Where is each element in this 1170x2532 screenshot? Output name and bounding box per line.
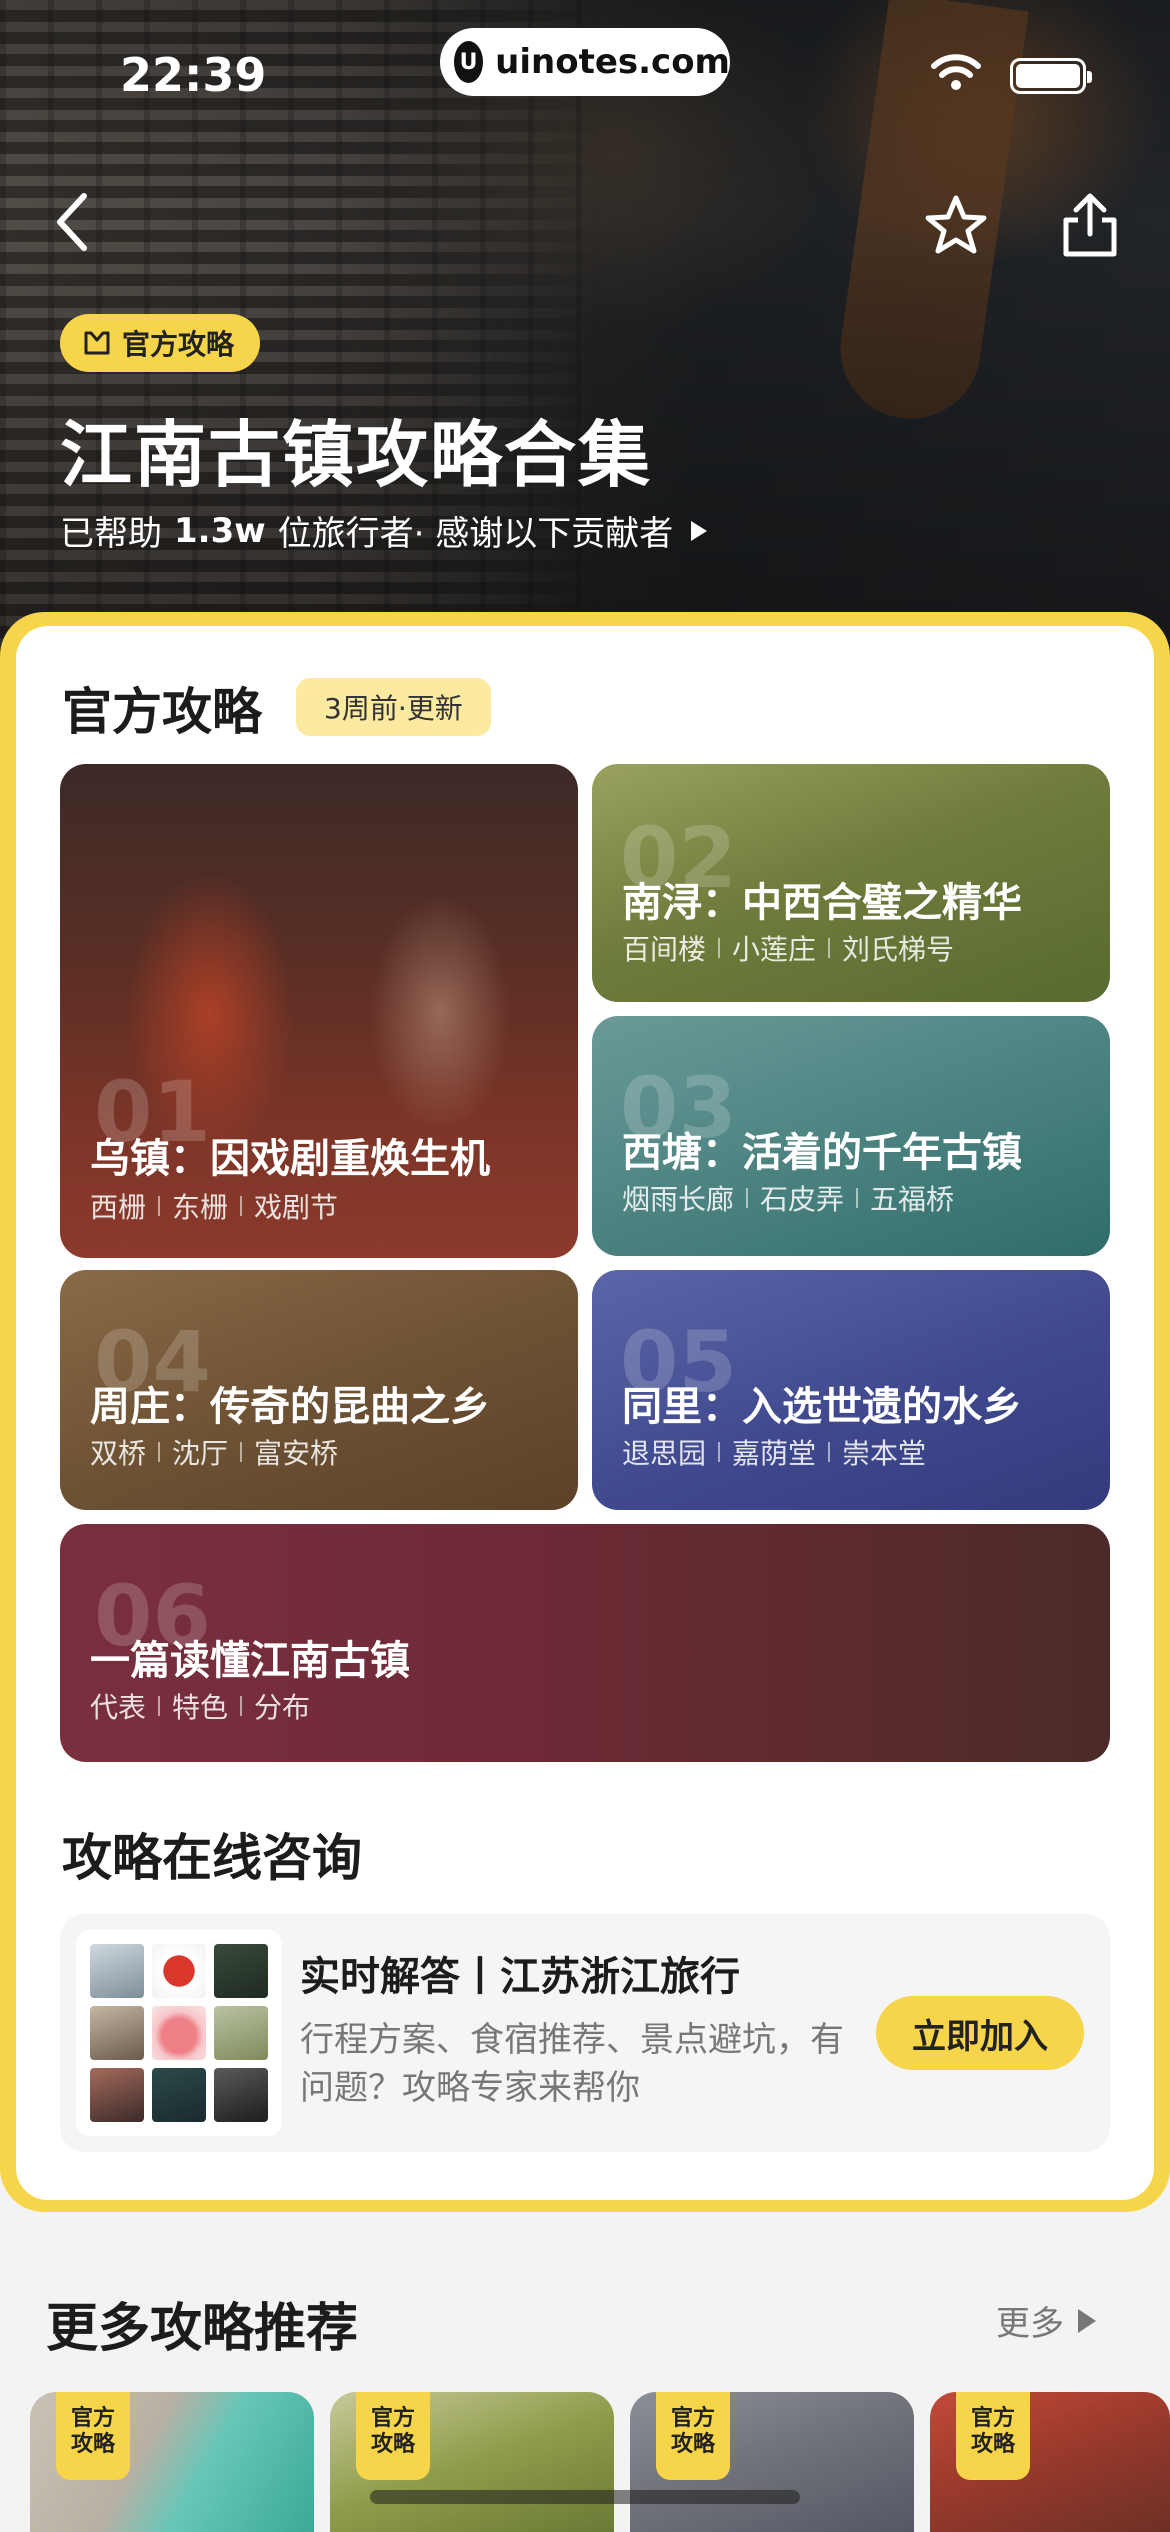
official-guide-badge: 官方攻略 xyxy=(60,314,261,372)
guide-tag: 东栅 xyxy=(172,1191,229,1224)
guide-book-icon xyxy=(84,331,110,355)
guide-title: 南浔：中西合璧之精华 xyxy=(622,880,1022,926)
star-icon xyxy=(925,195,987,254)
helped-suffix: 位旅行者· 感谢以下贡献者 xyxy=(277,514,674,554)
guide-tags: 退思园 嘉荫堂 崇本堂 xyxy=(622,1432,926,1472)
helped-prefix: 已帮助 xyxy=(60,514,162,554)
consult-description: 行程方案、食宿推荐、景点避坑，有问题？攻略专家来帮你 xyxy=(300,2020,844,2108)
share-icon xyxy=(1063,193,1117,257)
expert-avatar-grid xyxy=(76,1930,282,2136)
badge-line: 攻略 xyxy=(70,2432,115,2457)
official-corner-badge: 官方 攻略 xyxy=(656,2392,730,2480)
guide-card-overview[interactable]: 06 一篇读懂江南古镇 代表 特色 分布 xyxy=(60,1524,1110,1762)
recommend-card[interactable]: 官方 攻略 xyxy=(30,2392,314,2532)
guide-card-nanxun[interactable]: 02 南浔：中西合璧之精华 百间楼 小莲庄 刘氏梯号 xyxy=(592,764,1110,1002)
join-button[interactable]: 立即加入 xyxy=(876,1996,1084,2070)
consult-section-title: 攻略在线咨询 xyxy=(62,1829,362,1887)
guide-tag: 双桥 xyxy=(90,1437,147,1470)
url-pill[interactable]: U uinotes.com xyxy=(440,28,730,96)
favorite-button[interactable] xyxy=(916,186,996,266)
guide-tag: 代表 xyxy=(90,1691,147,1724)
update-badge: 3周前·更新 xyxy=(296,678,491,736)
badge-line: 攻略 xyxy=(970,2432,1015,2457)
page-title: 江南古镇攻略合集 xyxy=(60,413,653,497)
guide-tags: 百间楼 小莲庄 刘氏梯号 xyxy=(622,928,954,968)
avatar xyxy=(90,2006,144,2060)
badge-line: 攻略 xyxy=(370,2432,415,2457)
badge-line: 攻略 xyxy=(670,2432,715,2457)
recommend-card[interactable]: 官方 攻略 xyxy=(930,2392,1170,2532)
guide-card-zhouzhuang[interactable]: 04 周庄：传奇的昆曲之乡 双桥 沈厅 富安桥 xyxy=(60,1270,578,1510)
guide-tag: 分布 xyxy=(254,1691,311,1724)
avatar xyxy=(152,1944,206,1998)
badge-line: 官方 xyxy=(370,2406,415,2431)
badge-line: 官方 xyxy=(970,2406,1015,2431)
avatar xyxy=(214,1944,268,1998)
arrow-right-icon xyxy=(1078,2308,1096,2333)
guide-tag: 石皮弄 xyxy=(760,1183,845,1216)
official-corner-badge: 官方 攻略 xyxy=(56,2392,130,2480)
guide-title: 乌镇：因戏剧重焕生机 xyxy=(90,1136,490,1182)
official-section-title: 官方攻略 xyxy=(62,683,262,741)
battery-icon xyxy=(1010,58,1092,94)
avatar xyxy=(152,2068,206,2122)
guide-tags: 代表 特色 分布 xyxy=(90,1686,310,1726)
guide-tag: 百间楼 xyxy=(622,933,707,966)
guide-card-wuzhen[interactable]: 01 乌镇：因戏剧重焕生机 西栅 东栅 戏剧节 xyxy=(60,764,578,1258)
official-corner-badge: 官方 攻略 xyxy=(956,2392,1030,2480)
guide-tag: 崇本堂 xyxy=(842,1437,927,1470)
guide-card-xitang[interactable]: 03 西塘：活着的千年古镇 烟雨长廊 石皮弄 五福桥 xyxy=(592,1016,1110,1256)
guide-title: 周庄：传奇的昆曲之乡 xyxy=(90,1384,490,1430)
guide-tag: 嘉荫堂 xyxy=(732,1437,817,1470)
guide-tags: 双桥 沈厅 富安桥 xyxy=(90,1432,338,1472)
guide-tag: 富安桥 xyxy=(254,1437,339,1470)
guide-title: 一篇读懂江南古镇 xyxy=(90,1638,410,1684)
wifi-icon xyxy=(931,54,981,90)
more-guides-title: 更多攻略推荐 xyxy=(46,2299,359,2359)
avatar xyxy=(214,2068,268,2122)
more-link[interactable]: 更多 xyxy=(996,2296,1096,2345)
guide-tag: 小莲庄 xyxy=(732,933,817,966)
consult-title: 实时解答丨江苏浙江旅行 xyxy=(300,1954,740,2000)
guide-tag: 戏剧节 xyxy=(254,1191,339,1224)
avatar xyxy=(90,2068,144,2122)
site-logo: U xyxy=(454,41,484,83)
home-indicator[interactable] xyxy=(370,2490,800,2504)
recommend-card[interactable]: 官方 攻略 xyxy=(330,2392,614,2532)
guide-title: 西塘：活着的千年古镇 xyxy=(622,1130,1022,1176)
badge-line: 官方 xyxy=(670,2406,715,2431)
back-icon xyxy=(57,193,87,251)
avatar xyxy=(214,2006,268,2060)
traveler-count: 1.3w xyxy=(174,510,266,551)
badge-label: 官方攻略 xyxy=(122,328,235,361)
guide-tags: 西栅 东栅 戏剧节 xyxy=(90,1186,338,1226)
badge-line: 官方 xyxy=(70,2406,115,2431)
guide-tag: 退思园 xyxy=(622,1437,707,1470)
guide-tag: 特色 xyxy=(172,1691,229,1724)
recommend-card[interactable]: 官方 攻略 xyxy=(630,2392,914,2532)
more-label: 更多 xyxy=(996,2304,1064,2344)
url-text: uinotes.com xyxy=(495,42,730,82)
guide-tag: 烟雨长廊 xyxy=(622,1183,735,1216)
contributors-link[interactable]: 已帮助 1.3w 位旅行者· 感谢以下贡献者 xyxy=(60,506,708,555)
guide-tag: 西栅 xyxy=(90,1191,147,1224)
back-button[interactable] xyxy=(40,180,104,264)
play-icon xyxy=(691,520,708,541)
guide-card-tongli[interactable]: 05 同里：入选世遗的水乡 退思园 嘉荫堂 崇本堂 xyxy=(592,1270,1110,1510)
status-time: 22:39 xyxy=(120,48,267,102)
avatar xyxy=(90,1944,144,1998)
avatar xyxy=(152,2006,206,2060)
share-button[interactable] xyxy=(1050,186,1130,266)
guide-tag: 刘氏梯号 xyxy=(842,933,955,966)
guide-tags: 烟雨长廊 石皮弄 五福桥 xyxy=(622,1178,954,1218)
guide-tag: 沈厅 xyxy=(172,1437,229,1470)
official-corner-badge: 官方 攻略 xyxy=(356,2392,430,2480)
guide-title: 同里：入选世遗的水乡 xyxy=(622,1384,1022,1430)
guide-tag: 五福桥 xyxy=(870,1183,955,1216)
consult-card[interactable]: 实时解答丨江苏浙江旅行 行程方案、食宿推荐、景点避坑，有问题？攻略专家来帮你 立… xyxy=(60,1914,1110,2152)
